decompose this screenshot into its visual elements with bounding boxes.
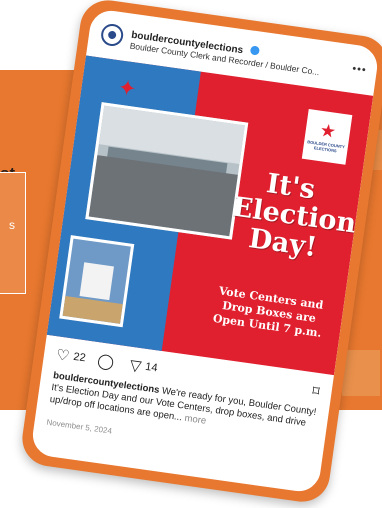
verified-icon <box>250 45 261 56</box>
post-tagline: Vote Centers and Drop Boxes are Open Unt… <box>212 284 325 340</box>
logo-star-icon: ★ <box>318 119 338 142</box>
comment-icon[interactable]: ◯ <box>96 351 115 371</box>
share-icon[interactable]: ▽ <box>129 356 143 375</box>
heart-icon[interactable]: ♡ <box>55 345 71 365</box>
drop-box-photo <box>59 235 135 328</box>
post-date: November 5, 2024 <box>46 417 113 436</box>
like-count: 22 <box>72 350 87 365</box>
post-headline: It's Election Day! <box>230 168 359 264</box>
more-options-icon[interactable]: ••• <box>351 63 367 77</box>
ghost-heart-icon <box>342 350 380 396</box>
instagram-post-frame: bouldercountyelections Boulder County Cl… <box>18 0 382 506</box>
logo-text: BOULDER COUNTY ELECTIONS <box>306 139 346 154</box>
bookmark-icon[interactable]: ⌑ <box>311 382 320 400</box>
share-count: 14 <box>144 360 159 375</box>
background-card-text: s <box>9 218 15 232</box>
post-image[interactable]: ✦ ★ BOULDER COUNTY ELECTIONS It's Electi… <box>46 55 374 376</box>
background-card <box>0 172 26 294</box>
caption-more-link[interactable]: more <box>181 412 207 427</box>
account-avatar[interactable] <box>99 22 125 48</box>
county-logo: ★ BOULDER COUNTY ELECTIONS <box>301 109 353 165</box>
vote-center-photo <box>85 102 249 240</box>
star-icon: ✦ <box>116 74 139 102</box>
instagram-post: bouldercountyelections Boulder County Cl… <box>30 8 380 494</box>
